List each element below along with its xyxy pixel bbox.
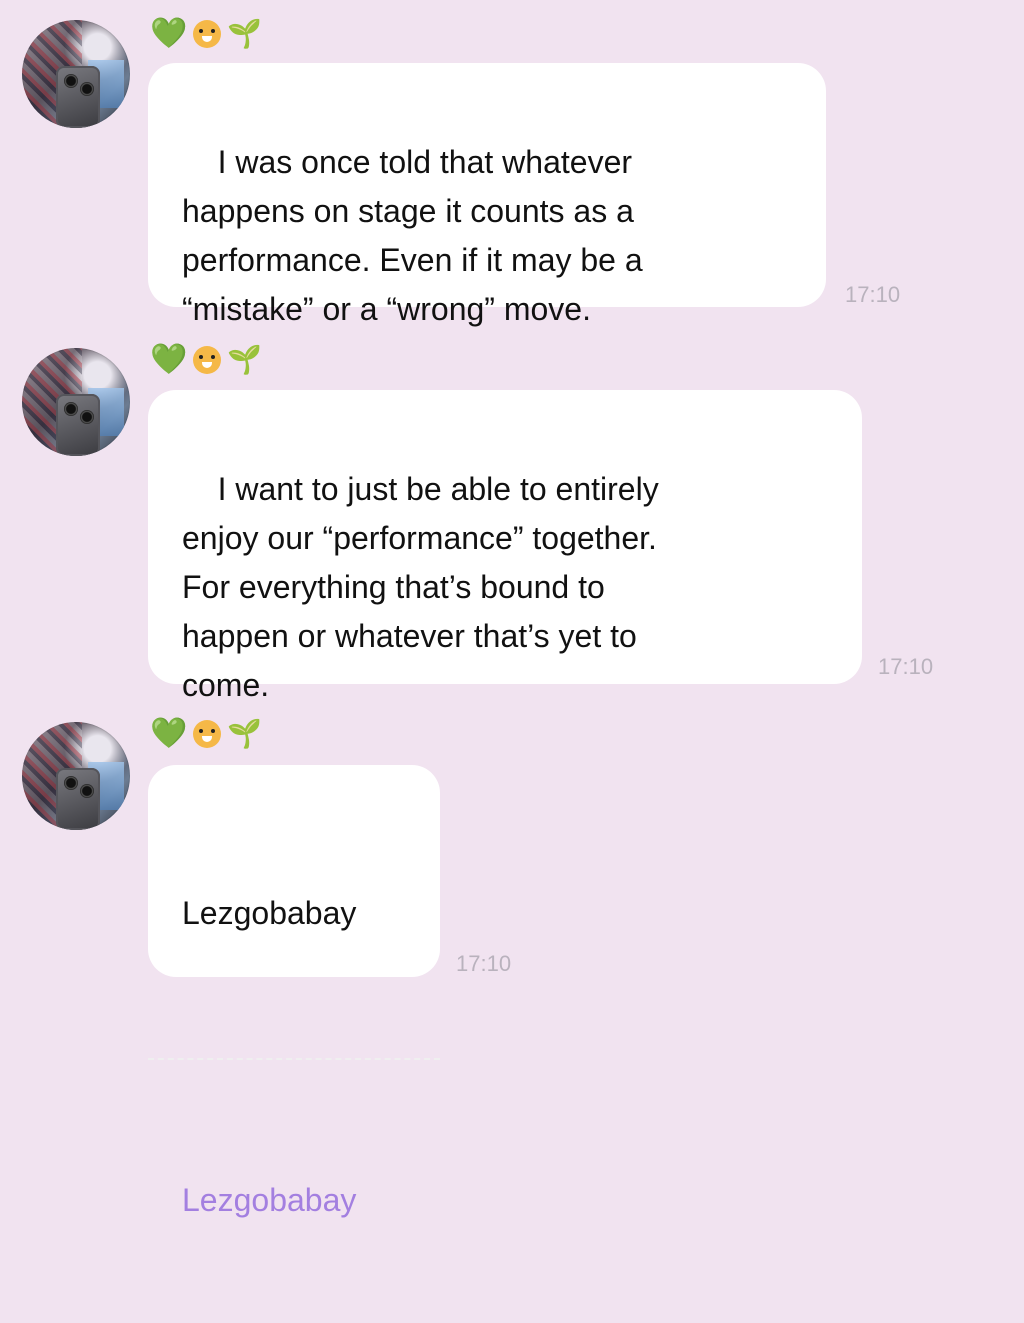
message-bubble[interactable]: I was once told that whatever happens on… [148,63,826,327]
translation-divider [148,1058,440,1060]
green-heart-icon: 💚 [150,342,188,377]
avatar[interactable] [22,348,130,456]
sprout-icon: 🌱 [227,343,263,376]
sender-name: 💚 🌱 [150,714,262,754]
message-bubble[interactable]: Lezgobabay Lezgobabay [148,765,440,1218]
timestamp: 17:10 [845,282,901,307]
avatar[interactable] [22,20,130,128]
phone-icon [56,768,100,830]
message-text: I was once told that whatever happens on… [182,144,643,327]
message-text: I want to just be able to entirely enjoy… [182,471,659,703]
camera-lens-icon [80,410,94,424]
sprout-icon: 🌱 [227,17,263,50]
phone-icon [56,66,100,128]
camera-lens-icon [64,776,78,790]
timestamp: 17:10 [878,654,934,679]
camera-lens-icon [64,402,78,416]
avatar[interactable] [22,722,130,830]
timestamp: 17:10 [456,951,512,976]
sender-name: 💚 🌱 [150,340,262,380]
translation-text[interactable]: Lezgobabay [182,1176,406,1225]
green-heart-icon: 💚 [150,716,188,751]
sprout-icon: 🌱 [227,717,263,750]
message-bubble[interactable]: I want to just be able to entirely enjoy… [148,390,862,703]
camera-lens-icon [80,784,94,798]
tiger-face-icon [193,346,222,374]
camera-lens-icon [80,82,94,96]
tiger-face-icon [193,720,222,748]
message-text: Lezgobabay [182,895,357,931]
phone-icon [56,394,100,456]
camera-lens-icon [64,74,78,88]
green-heart-icon: 💚 [150,16,188,51]
sender-name: 💚 🌱 [150,14,262,54]
tiger-face-icon [193,20,222,48]
